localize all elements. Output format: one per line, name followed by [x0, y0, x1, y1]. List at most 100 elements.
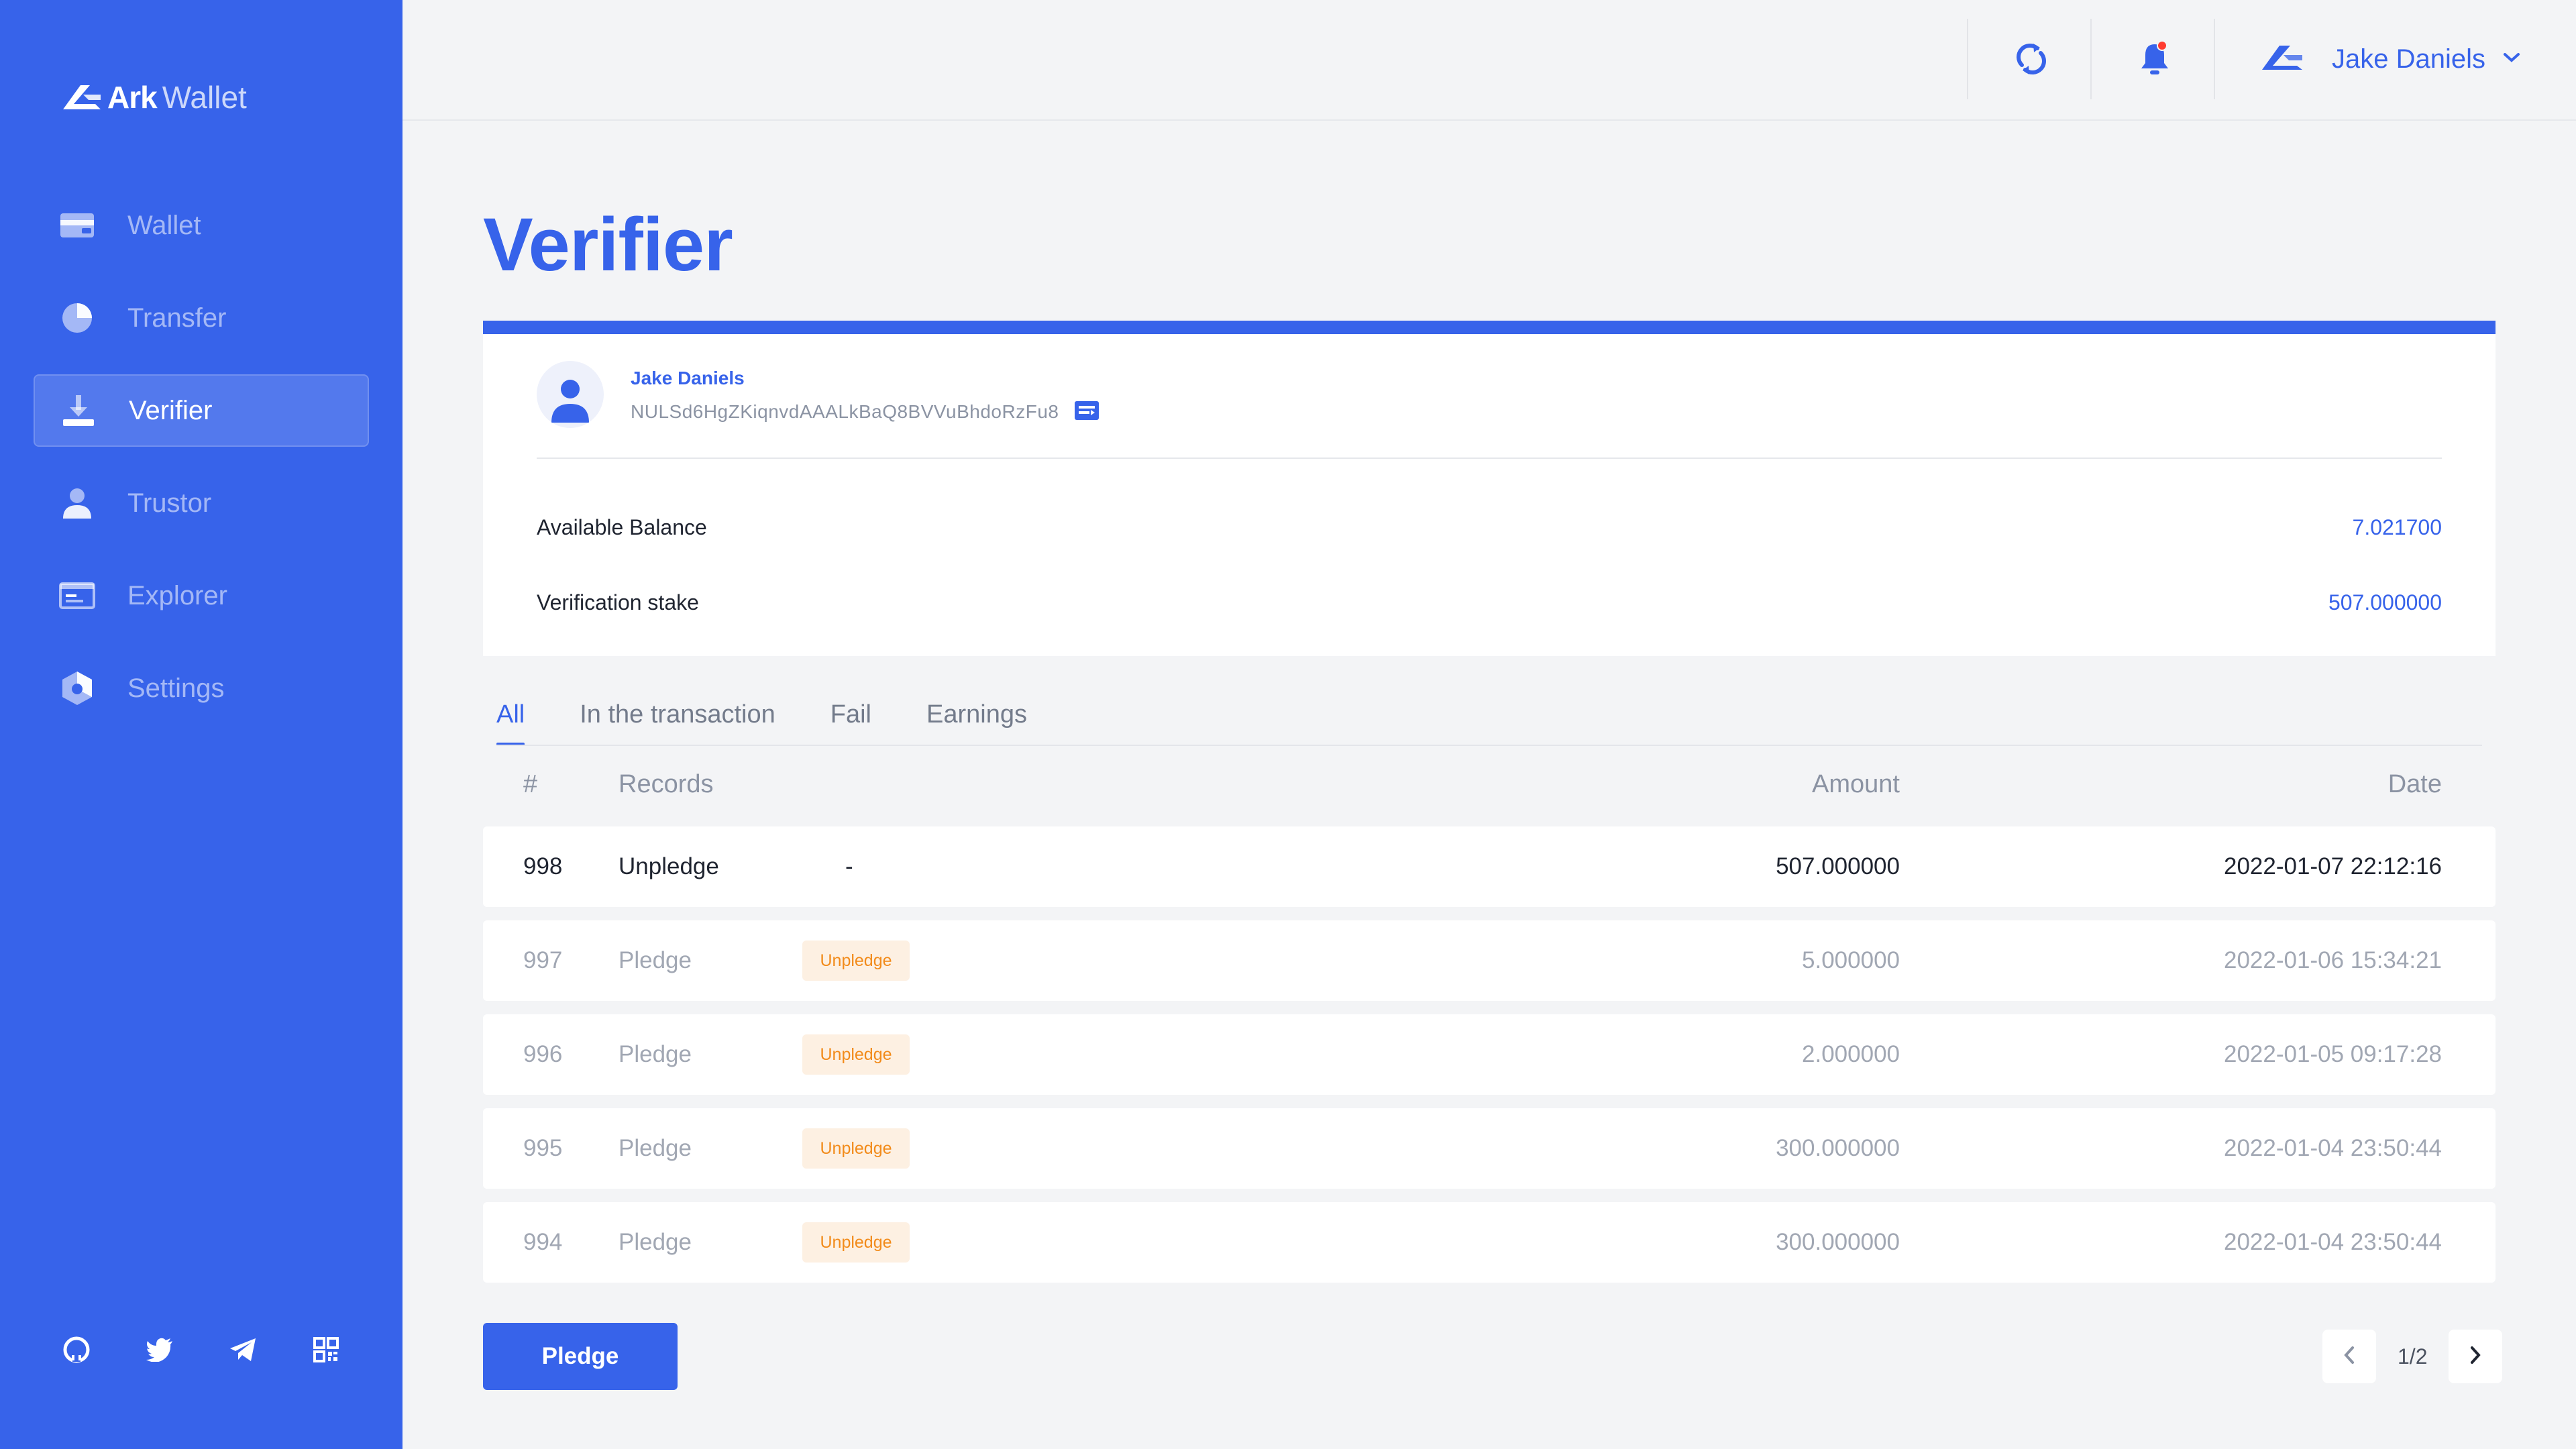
row-extra: - [845, 853, 853, 879]
row-date: 2022-01-05 09:17:28 [2224, 1041, 2442, 1067]
row-amount: 5.000000 [1802, 947, 1900, 973]
verification-stake-value: 507.000000 [2328, 590, 2442, 614]
row-record: Pledge [619, 1229, 692, 1255]
bell-icon [2138, 40, 2171, 81]
row-date: 2022-01-06 15:34:21 [2224, 947, 2442, 973]
row-record: Pledge [619, 1135, 692, 1161]
unpledge-badge[interactable]: Unpledge [802, 1128, 910, 1169]
next-page-button[interactable] [2449, 1330, 2503, 1383]
download-icon [60, 392, 97, 429]
refresh-button[interactable] [2004, 34, 2058, 87]
qr-code-icon[interactable] [310, 1334, 342, 1366]
available-balance-label: Available Balance [537, 515, 707, 539]
sidebar-item-transfer[interactable]: Transfer [34, 282, 369, 354]
ark-logo-icon [2261, 43, 2305, 76]
row-date: 2022-01-04 23:50:44 [2224, 1135, 2442, 1161]
page-title: Verifier [483, 203, 733, 286]
topbar-divider [1967, 19, 1968, 99]
chevron-down-icon [2503, 52, 2520, 66]
user-name: Jake Daniels [2332, 44, 2486, 74]
sidebar-item-explorer[interactable]: Explorer [34, 559, 369, 632]
notifications-button[interactable] [2128, 34, 2182, 87]
table-header: # Records Amount Date [483, 765, 2496, 805]
row-number: 994 [523, 1229, 563, 1255]
table-row[interactable]: 996 Pledge Unpledge 2.000000 2022-01-05 … [483, 1014, 2496, 1095]
column-header-number: # [523, 770, 538, 798]
filter-tabs: All In the transaction Fail Earnings [496, 698, 1082, 746]
sidebar-item-trustor[interactable]: Trustor [34, 467, 369, 539]
row-number: 995 [523, 1135, 563, 1161]
refresh-icon [2013, 41, 2049, 80]
row-number: 996 [523, 1041, 563, 1067]
hexagon-settings-icon [59, 670, 95, 706]
table-row[interactable]: 997 Pledge Unpledge 5.000000 2022-01-06 … [483, 920, 2496, 1001]
table-row[interactable]: 994 Pledge Unpledge 300.000000 2022-01-0… [483, 1202, 2496, 1283]
brand-name: Ark [107, 80, 158, 115]
row-amount: 300.000000 [1776, 1135, 1900, 1161]
row-date: 2022-01-04 23:50:44 [2224, 1229, 2442, 1255]
column-header-amount: Amount [1812, 770, 1900, 798]
brand-subname: Wallet [162, 80, 247, 115]
tab-in-the-transaction[interactable]: In the transaction [580, 698, 775, 746]
row-number: 997 [523, 947, 563, 973]
tab-fail[interactable]: Fail [830, 698, 871, 746]
twitter-icon[interactable] [144, 1334, 176, 1366]
chevron-left-icon [2343, 1345, 2356, 1368]
sidebar-item-label: Transfer [127, 303, 227, 333]
sidebar-nav: Wallet Transfer Verifier Trustor Explore… [34, 189, 369, 745]
github-icon[interactable] [60, 1334, 93, 1366]
sidebar-item-verifier[interactable]: Verifier [34, 374, 369, 447]
ark-logo-icon [63, 85, 101, 109]
unpledge-badge[interactable]: Unpledge [802, 1034, 910, 1075]
column-header-records: Records [619, 770, 714, 798]
row-amount: 2.000000 [1802, 1041, 1900, 1067]
column-header-date: Date [2387, 770, 2442, 798]
page-indicator: 1/2 [2398, 1344, 2428, 1368]
topbar-divider [2090, 19, 2092, 99]
table-row[interactable]: 998 Unpledge - 507.000000 2022-01-07 22:… [483, 826, 2496, 907]
pagination: 1/2 [2322, 1328, 2503, 1385]
row-record: Pledge [619, 947, 692, 973]
sidebar-item-settings[interactable]: Settings [34, 652, 369, 724]
row-number: 998 [523, 853, 563, 879]
app-logo[interactable]: Ark Wallet [60, 79, 247, 115]
pie-chart-icon [59, 300, 95, 336]
account-name: Jake Daniels [631, 368, 745, 388]
row-record: Unpledge [619, 853, 719, 879]
previous-page-button[interactable] [2322, 1330, 2376, 1383]
social-links [60, 1334, 393, 1366]
account-card: Jake Daniels NULSd6HgZKiqnvdAAALkBaQ8BVV… [483, 321, 2496, 656]
tab-all[interactable]: All [496, 698, 525, 746]
unpledge-badge[interactable]: Unpledge [802, 1222, 910, 1263]
table-row[interactable]: 995 Pledge Unpledge 300.000000 2022-01-0… [483, 1108, 2496, 1189]
top-bar: Jake Daniels [402, 0, 2576, 121]
pledge-button[interactable]: Pledge [483, 1323, 678, 1390]
verification-stake-label: Verification stake [537, 590, 699, 614]
topbar-divider [2214, 19, 2215, 99]
available-balance-value: 7.021700 [2352, 515, 2442, 539]
card-divider [537, 458, 2442, 459]
sidebar-item-wallet[interactable]: Wallet [34, 189, 369, 262]
row-amount: 300.000000 [1776, 1229, 1900, 1255]
row-record: Pledge [619, 1041, 692, 1067]
sidebar-item-label: Verifier [129, 395, 213, 425]
copy-address-icon[interactable] [1073, 398, 1100, 423]
tab-earnings[interactable]: Earnings [926, 698, 1027, 746]
browser-icon [59, 578, 95, 614]
sidebar-item-label: Explorer [127, 580, 227, 610]
sidebar-item-label: Trustor [127, 488, 212, 518]
sidebar: Ark Wallet Wallet Transfer Verifier Trus… [0, 0, 402, 1449]
tabs-divider [496, 745, 2482, 746]
wallet-icon [59, 207, 95, 244]
avatar [537, 361, 604, 428]
row-date: 2022-01-07 22:12:16 [2224, 853, 2442, 879]
user-icon [59, 485, 95, 521]
sidebar-item-label: Wallet [127, 210, 201, 240]
sidebar-item-label: Settings [127, 673, 225, 703]
telegram-icon[interactable] [227, 1334, 259, 1366]
unpledge-badge[interactable]: Unpledge [802, 941, 910, 981]
row-amount: 507.000000 [1776, 853, 1900, 879]
chevron-right-icon [2469, 1345, 2482, 1368]
account-address: NULSd6HgZKiqnvdAAALkBaQ8BVVuBhdoRzFu8 [631, 401, 1059, 422]
user-menu[interactable]: Jake Daniels [2261, 32, 2520, 86]
